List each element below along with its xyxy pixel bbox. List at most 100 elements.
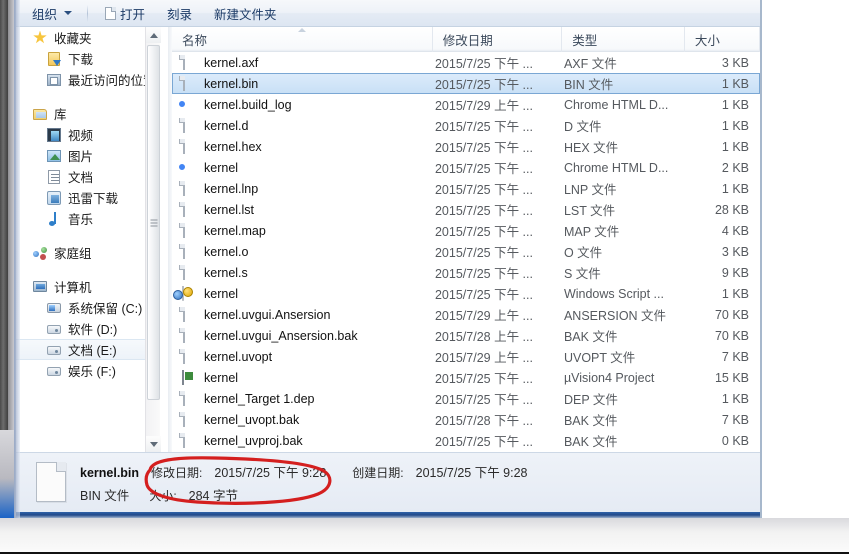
cell-type: LNP 文件 (563, 183, 617, 197)
file-icon (181, 327, 197, 344)
column-header-date[interactable]: 修改日期 (433, 27, 563, 52)
file-icon-art (183, 306, 185, 322)
file-icon-art (183, 75, 185, 91)
star-icon (32, 30, 48, 46)
sidebar-item-label: 图片 (68, 150, 94, 164)
scroll-up-button[interactable] (146, 27, 161, 43)
table-row[interactable]: kernel.o 2015/7/25 下午 ... O 文件 3 KB (172, 241, 760, 262)
file-icon (181, 432, 197, 449)
file-icon-art (183, 180, 185, 196)
taskbar-edge (0, 430, 14, 518)
table-row[interactable]: kernel.uvgui.Ansersion 2015/7/29 上午 ... AN… (172, 304, 760, 325)
cell-size: 1 KB (721, 139, 749, 154)
column-header-name[interactable]: 名称 (172, 27, 433, 52)
file-name: kernel.d (204, 118, 249, 133)
scroll-down-button[interactable] (146, 436, 161, 452)
table-row[interactable]: kernel 2015/7/25 下午 ... Chrome HTML D... 2 … (172, 157, 760, 178)
table-row[interactable]: kernel.uvopt 2015/7/29 上午 ... UVOPT 文件 7 KB (172, 346, 760, 367)
details-modified-label: 修改日期: (151, 465, 203, 480)
table-row[interactable]: kernel.axf 2015/7/25 下午 ... AXF 文件 3 KB (172, 52, 760, 73)
cell-type: S 文件 (563, 267, 601, 281)
cell-date-modified: 2015/7/29 上午 ... (434, 351, 533, 365)
sidebar-item-娱乐-f-[interactable]: 娱乐 (F:) (16, 360, 152, 381)
drive-icon (46, 363, 62, 379)
column-header-label: 类型 (572, 33, 598, 48)
table-row[interactable]: kernel.map 2015/7/25 下午 ... MAP 文件 4 KB (172, 220, 760, 241)
cell-name: kernel.uvgui_Ansersion.bak (173, 327, 433, 344)
table-row[interactable]: kernel.hex 2015/7/25 下午 ... HEX 文件 1 KB (172, 136, 760, 157)
new-folder-button[interactable]: 新建文件夹 (204, 2, 287, 24)
organize-button[interactable]: 组织 (22, 2, 82, 24)
sidebar-item-迅雷下载[interactable]: 迅雷下载 (16, 187, 152, 208)
table-row[interactable]: kernel.lnp 2015/7/25 下午 ... LNP 文件 1 KB (172, 178, 760, 199)
sidebar-item-label: 家庭组 (54, 247, 92, 261)
table-row[interactable]: kernel.d 2015/7/25 下午 ... D 文件 1 KB (172, 115, 760, 136)
document-icon (36, 461, 66, 502)
column-header-type[interactable]: 类型 (562, 27, 685, 52)
file-icon-art (183, 348, 185, 364)
sidebar-item-文档-e-[interactable]: 文档 (E:) (16, 339, 152, 360)
uvision-icon (181, 369, 197, 386)
burn-button[interactable]: 刻录 (157, 2, 202, 24)
table-row[interactable]: kernel.s 2015/7/25 下午 ... S 文件 9 KB (172, 262, 760, 283)
sidebar-item-库[interactable]: 库 (16, 103, 152, 124)
library-icon (32, 106, 48, 122)
column-header-label: 大小 (694, 33, 720, 48)
drive-icon (46, 342, 62, 358)
file-icon-art (183, 117, 185, 133)
cell-date-modified: 2015/7/25 下午 ... (434, 372, 533, 386)
computer-icon-art (33, 280, 47, 292)
sidebar-item-系统保留-c-[interactable]: 系统保留 (C:) (16, 297, 152, 318)
cell-size: 1 KB (721, 286, 749, 301)
cell-size: 3 KB (721, 244, 749, 259)
homegroup-icon (32, 245, 48, 261)
navigation-scrollbar[interactable] (145, 27, 161, 452)
sidebar-item-下载[interactable]: 下载 (16, 48, 152, 69)
details-pane: kernel.bin 修改日期: 2015/7/25 下午 9:28 创建日期:… (16, 452, 760, 512)
sidebar-item-视频[interactable]: 视频 (16, 124, 152, 145)
table-row[interactable]: kernel.uvgui_Ansersion.bak 2015/7/28 上午 .… (172, 325, 760, 346)
xunlei-download-icon-art (47, 190, 61, 205)
grip-icon (150, 219, 157, 226)
star-icon-art (33, 30, 47, 44)
system-drive-icon (46, 300, 62, 316)
cell-type: BIN 文件 (563, 78, 614, 92)
sidebar-item-最近访问的位置[interactable]: 最近访问的位置 (16, 69, 156, 90)
sidebar-item-文档[interactable]: 文档 (16, 166, 152, 187)
cell-size: 9 KB (721, 265, 749, 280)
file-name: kernel.o (204, 244, 249, 259)
column-header-size[interactable]: 大小 (685, 27, 760, 52)
cell-name: kernel (173, 285, 433, 302)
table-row[interactable]: kernel.lst 2015/7/25 下午 ... LST 文件 28 KB (172, 199, 760, 220)
column-header-label: 修改日期 (442, 33, 493, 48)
sidebar-item-计算机[interactable]: 计算机 (16, 276, 152, 297)
file-name: kernel.map (204, 223, 266, 238)
cell-date-modified: 2015/7/28 上午 ... (434, 330, 533, 344)
file-icon-art (183, 222, 185, 238)
file-name: kernel_uvproj.bak (204, 433, 303, 448)
sidebar-item-家庭组[interactable]: 家庭组 (16, 242, 152, 263)
cell-date-modified: 2015/7/25 下午 ... (434, 57, 533, 71)
cell-type: O 文件 (563, 246, 603, 260)
screen: 组织 打开 刻录 新建文件夹 收藏夹 下载 最近访问的位置库视频图片文档 迅雷下载音乐… (0, 0, 849, 554)
scrollbar-thumb[interactable] (147, 45, 160, 400)
table-row[interactable]: kernel_Target 1.dep 2015/7/25 下午 ... DEP 文… (172, 388, 760, 409)
sidebar-item-收藏夹[interactable]: 收藏夹 (16, 27, 152, 48)
explorer-window: 组织 打开 刻录 新建文件夹 收藏夹 下载 最近访问的位置库视频图片文档 迅雷下载音乐… (14, 0, 762, 518)
table-row[interactable]: kernel.bin 2015/7/25 下午 ... BIN 文件 1 KB (172, 73, 760, 94)
table-row[interactable]: kernel_uvopt.bak 2015/7/28 下午 ... BAK 文件 7 … (172, 409, 760, 430)
sidebar-item-软件-d-[interactable]: 软件 (D:) (16, 318, 152, 339)
cell-date-modified: 2015/7/29 上午 ... (434, 99, 533, 113)
sidebar-item-音乐[interactable]: 音乐 (16, 208, 152, 229)
cell-date-modified: 2015/7/25 下午 ... (434, 225, 533, 239)
file-icon-art (183, 243, 185, 259)
cell-name: kernel (173, 160, 433, 176)
table-row[interactable]: kernel 2015/7/25 下午 ... Windows Script ...… (172, 283, 760, 304)
table-row[interactable]: kernel_uvproj.bak 2015/7/25 下午 ... BAK 文件 0… (172, 430, 760, 451)
open-button[interactable]: 打开 (95, 2, 155, 24)
table-row[interactable]: kernel.build_log 2015/7/29 上午 ... Chrome H… (172, 94, 760, 115)
table-row[interactable]: kernel 2015/7/25 下午 ... µVision4 Project 15… (172, 367, 760, 388)
sidebar-item-label: 音乐 (68, 213, 94, 227)
file-name: kernel (204, 286, 239, 301)
sidebar-item-图片[interactable]: 图片 (16, 145, 152, 166)
